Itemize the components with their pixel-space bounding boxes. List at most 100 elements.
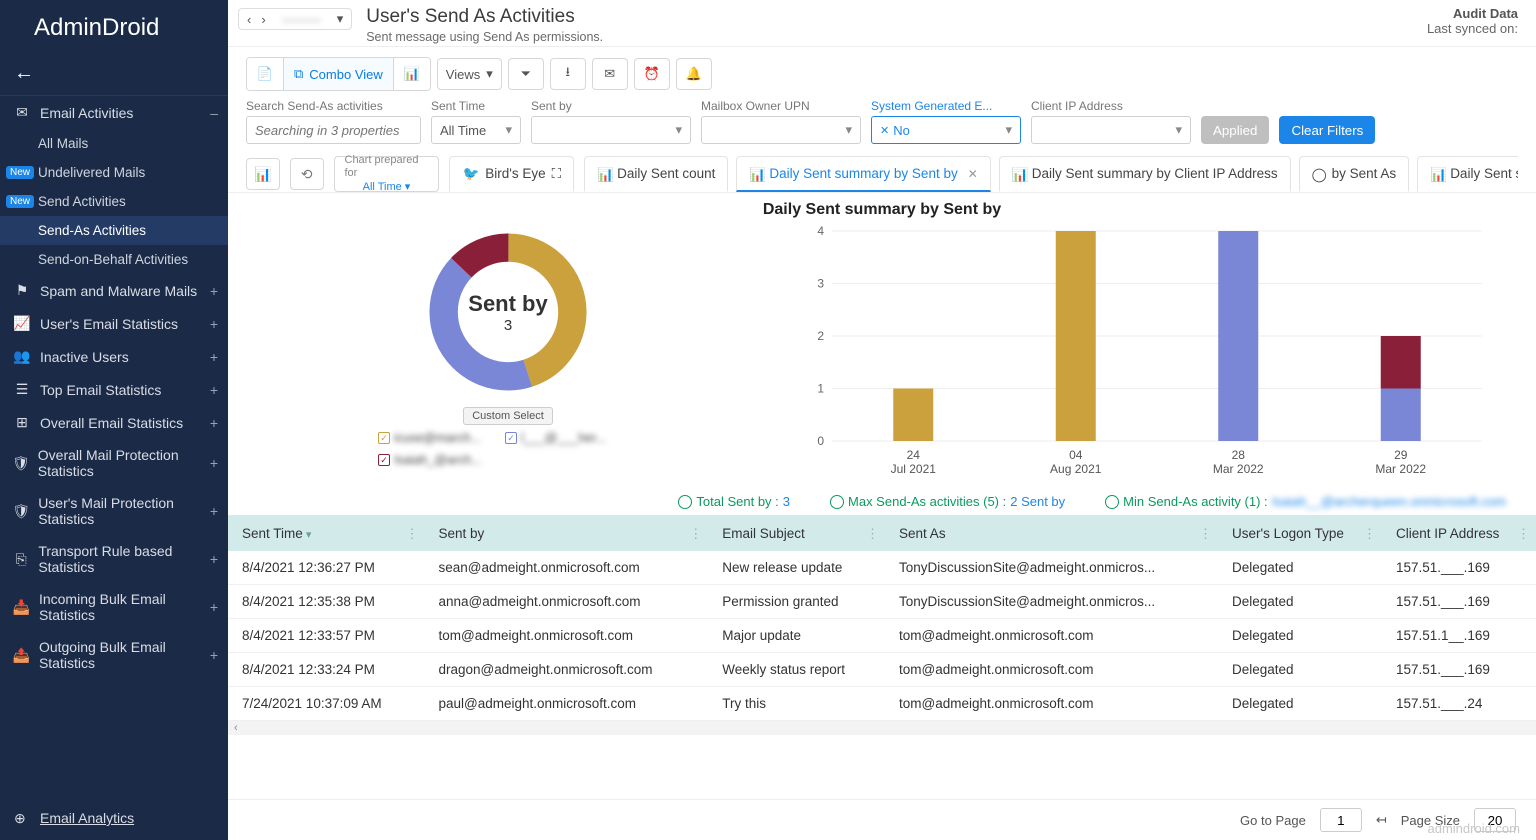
chip-remove-icon[interactable]: ✕ (880, 124, 889, 137)
column-grip-icon[interactable]: ⋮ (1517, 526, 1530, 542)
chart-tab[interactable]: 📊Daily Sent summary by Sent by✕ (736, 156, 990, 192)
chart-refresh-button[interactable]: ⟲ (290, 158, 324, 190)
page-go-icon[interactable]: ↤ (1376, 812, 1387, 828)
stat-icon (678, 495, 692, 509)
legend-checkbox[interactable]: ✓ (378, 454, 390, 466)
sent-time-dropdown[interactable]: All Time (431, 116, 521, 144)
chevron-down-icon[interactable]: ▾ (333, 11, 348, 27)
table-row[interactable]: 8/4/2021 12:33:24 PMdragon@admeight.onmi… (228, 653, 1536, 687)
scope-switcher[interactable]: ‹ › ——— ▾ (238, 8, 352, 30)
views-dropdown[interactable]: Views▾ (437, 58, 502, 90)
table-row[interactable]: 8/4/2021 12:35:38 PManna@admeight.onmicr… (228, 585, 1536, 619)
chart-tab[interactable]: 📊Daily Sent summary by Client IP Address (999, 156, 1291, 192)
sidebar-item-label: Send Activities (38, 194, 126, 209)
column-header[interactable]: User's Logon Type⋮ (1218, 516, 1382, 551)
chart-tab[interactable]: 📊Daily Sent count (584, 156, 728, 192)
birds-eye-tab[interactable]: 🐦 Bird's Eye ⛶ (449, 156, 574, 192)
list-view-button[interactable]: 📄 (247, 58, 283, 90)
column-grip-icon[interactable]: ⋮ (866, 526, 879, 542)
nav-prev-icon[interactable]: ‹ (243, 12, 255, 27)
chart-type-button[interactable]: 📊 (246, 158, 280, 190)
legend-checkbox[interactable]: ✓ (505, 432, 517, 444)
sidebar-section-email-activities[interactable]: ✉ Email Activities – (0, 95, 228, 129)
donut-chart: Sent by 3 Custom Select ✓icuse@march... … (258, 221, 758, 484)
cip-dropdown[interactable] (1031, 116, 1191, 144)
sidebar-section[interactable]: 📥Incoming Bulk Email Statistics+ (0, 583, 228, 631)
sidebar-item[interactable]: Send-As Activities (0, 216, 228, 245)
column-header[interactable]: Sent Time⋮ (228, 516, 425, 551)
chart-meta-value[interactable]: All Time ▾ (363, 181, 411, 193)
sidebar-item[interactable]: NewUndelivered Mails (0, 158, 228, 187)
sys-dropdown[interactable]: ✕No (871, 116, 1021, 144)
clear-filters-button[interactable]: Clear Filters (1279, 116, 1375, 144)
chevron-down-icon: ▾ (486, 66, 493, 82)
owner-dropdown[interactable] (701, 116, 861, 144)
chart-view-button[interactable]: 📊 (394, 58, 430, 90)
table-cell: TonyDiscussionSite@admeight.onmicros... (885, 585, 1218, 619)
tab-close-icon[interactable]: ✕ (968, 167, 978, 181)
sidebar-item[interactable]: Send-on-Behalf Activities (0, 245, 228, 274)
table-row[interactable]: 8/4/2021 12:36:27 PMsean@admeight.onmicr… (228, 551, 1536, 585)
combo-view-button[interactable]: ⧉ Combo View (284, 58, 393, 90)
applied-button[interactable]: Applied (1201, 116, 1269, 144)
section-icon: 📈 (12, 315, 32, 332)
schedule-button[interactable]: ⏰ (634, 58, 670, 90)
svg-text:Aug 2021: Aug 2021 (1050, 462, 1102, 476)
page-input[interactable] (1320, 808, 1362, 832)
chart-tab[interactable]: 📊Daily Sent summary (1417, 156, 1518, 192)
column-header[interactable]: Client IP Address⋮ (1382, 516, 1536, 551)
pagination-footer: Go to Page ↤ Page Size (228, 799, 1536, 840)
scroll-left-icon[interactable]: ‹ (228, 722, 244, 734)
horizontal-scrollbar[interactable]: ‹ (228, 721, 1536, 735)
sent-by-label: Sent by (531, 99, 691, 113)
app-logo: AdminDroid (0, 0, 228, 54)
nav-next-icon[interactable]: › (257, 12, 269, 27)
legend-checkbox[interactable]: ✓ (378, 432, 390, 444)
table-cell: Delegated (1218, 585, 1382, 619)
sidebar-section[interactable]: ⊞Overall Email Statistics+ (0, 406, 228, 439)
table-cell: Weekly status report (708, 653, 885, 687)
sidebar-section-label: Transport Rule based Statistics (38, 543, 216, 575)
table-cell: tom@admeight.onmicrosoft.com (885, 619, 1218, 653)
column-header[interactable]: Email Subject⋮ (708, 516, 885, 551)
expand-icon: + (210, 647, 218, 663)
column-grip-icon[interactable]: ⋮ (689, 526, 702, 542)
sidebar-section[interactable]: 📤Outgoing Bulk Email Statistics+ (0, 631, 228, 679)
column-grip-icon[interactable]: ⋮ (1363, 526, 1376, 542)
sidebar-section[interactable]: ⎘Transport Rule based Statistics+ (0, 535, 228, 583)
sidebar-section-label: User's Email Statistics (40, 316, 178, 332)
download-button[interactable]: ⭳ (550, 58, 586, 90)
table-cell: tom@admeight.onmicrosoft.com (885, 653, 1218, 687)
email-button[interactable]: ✉ (592, 58, 628, 90)
table-cell: Delegated (1218, 551, 1382, 585)
sys-label: System Generated E... (871, 99, 1021, 113)
search-label: Search Send-As activities (246, 99, 421, 113)
column-grip-icon[interactable]: ⋮ (1199, 526, 1212, 542)
sent-time-label: Sent Time (431, 99, 521, 113)
watermark: admindroid.com (1428, 821, 1521, 836)
custom-select-button[interactable]: Custom Select (463, 407, 553, 425)
sidebar-section[interactable]: 📈User's Email Statistics+ (0, 307, 228, 340)
table-row[interactable]: 7/24/2021 10:37:09 AMpaul@admeight.onmic… (228, 687, 1536, 721)
column-grip-icon[interactable]: ⋮ (406, 526, 419, 542)
sidebar-item[interactable]: All Mails (0, 129, 228, 158)
alert-button[interactable]: 🔔 (676, 58, 712, 90)
table-row[interactable]: 8/4/2021 12:33:57 PMtom@admeight.onmicro… (228, 619, 1536, 653)
sidebar-section[interactable]: ☰Top Email Statistics+ (0, 373, 228, 406)
sidebar-section[interactable]: 🛡User's Mail Protection Statistics+ (0, 487, 228, 535)
sidebar-section[interactable]: 🛡Overall Mail Protection Statistics+ (0, 439, 228, 487)
filter-button[interactable]: ⏷ (508, 58, 544, 90)
sidebar-section[interactable]: 👥Inactive Users+ (0, 340, 228, 373)
column-header[interactable]: Sent by⋮ (425, 516, 709, 551)
column-header[interactable]: Sent As⋮ (885, 516, 1218, 551)
sidebar-item[interactable]: NewSend Activities (0, 187, 228, 216)
chart-tab[interactable]: ◯by Sent As (1299, 156, 1410, 192)
back-icon[interactable]: ← (14, 62, 34, 84)
table-cell: tom@admeight.onmicrosoft.com (425, 619, 709, 653)
sidebar-section[interactable]: ⚑Spam and Malware Mails+ (0, 274, 228, 307)
search-input[interactable] (246, 116, 421, 144)
sidebar-email-analytics[interactable]: ⊕ Email Analytics (0, 796, 228, 840)
sent-by-dropdown[interactable] (531, 116, 691, 144)
filter-bar: Search Send-As activities Sent Time All … (228, 97, 1536, 150)
sidebar-section-label: Email Activities (40, 105, 133, 121)
